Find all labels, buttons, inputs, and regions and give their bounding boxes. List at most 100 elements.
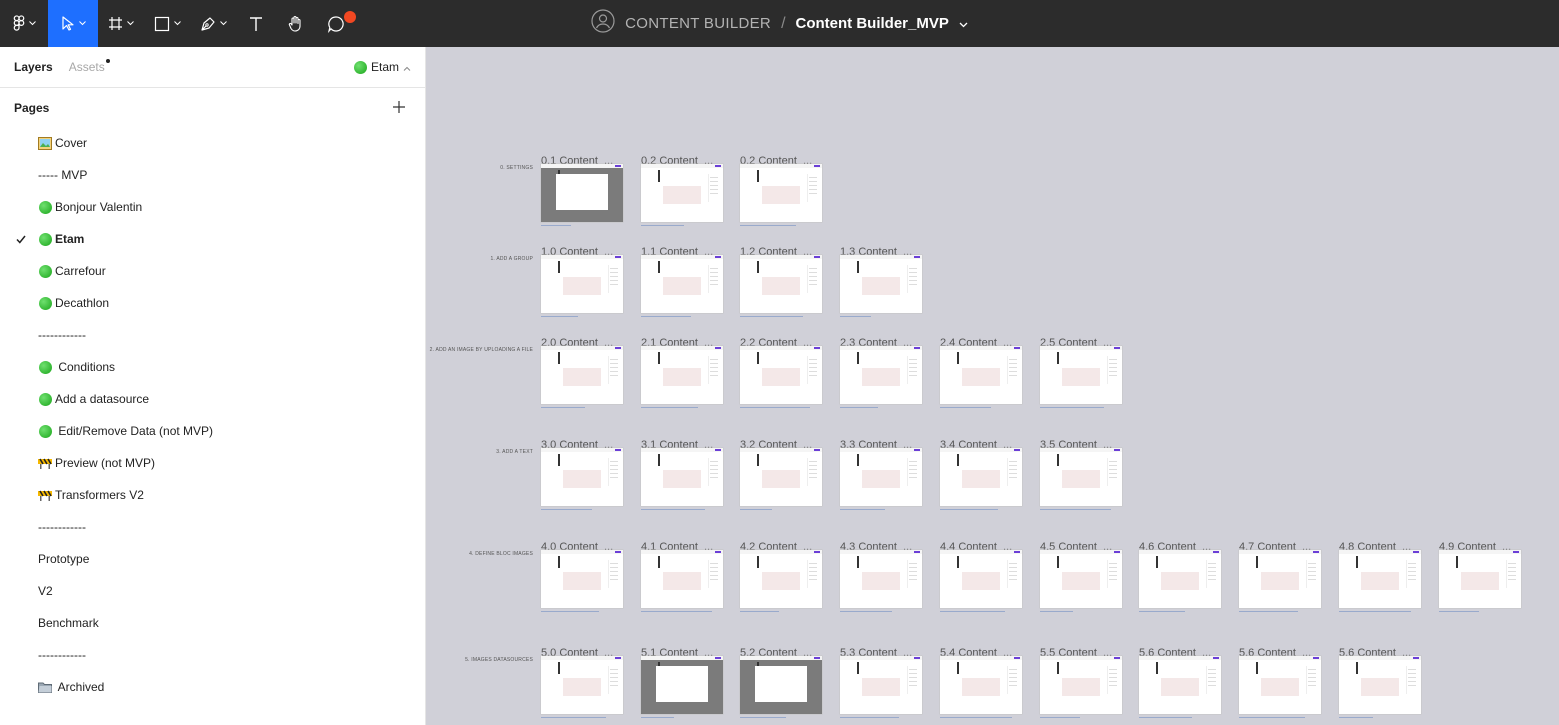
frame-thumbnail[interactable] [1040, 656, 1122, 714]
team-name-link[interactable]: CONTENT BUILDER [625, 15, 771, 32]
design-canvas[interactable]: 0. SETTINGS 0.1 Content_... 0.2 Content_..… [426, 47, 1559, 725]
page-item[interactable]: Edit/Remove Data (not MVP) [0, 415, 425, 447]
frame-thumbnail[interactable] [541, 550, 623, 608]
frame-thumbnail[interactable] [740, 164, 822, 222]
frame-thumbnail[interactable] [641, 550, 723, 608]
move-tool-button[interactable] [48, 0, 98, 47]
pen-tool-button[interactable] [190, 0, 236, 47]
page-item-label: Conditions [55, 360, 116, 374]
page-item[interactable]: V2 [0, 575, 425, 607]
page-item[interactable]: Etam [0, 223, 425, 255]
page-picker[interactable]: Etam [353, 60, 411, 74]
page-item[interactable]: Benchmark [0, 607, 425, 639]
green-circle-icon [38, 424, 52, 438]
page-item[interactable]: Bonjour Valentin [0, 191, 425, 223]
page-item[interactable]: Prototype [0, 543, 425, 575]
page-item[interactable]: Conditions [0, 351, 425, 383]
section-label[interactable]: 1. ADD A GROUP [490, 256, 533, 262]
frame-annotation [1040, 509, 1111, 510]
green-circle-icon [353, 60, 367, 74]
frame-thumbnail[interactable] [940, 550, 1022, 608]
frame-thumbnail[interactable] [840, 448, 922, 506]
frame-thumbnail[interactable] [1040, 448, 1122, 506]
section-label[interactable]: 0. SETTINGS [500, 165, 533, 171]
frame-thumbnail[interactable] [641, 164, 723, 222]
user-avatar-icon[interactable] [591, 9, 615, 38]
frame-thumbnail[interactable] [1439, 550, 1521, 608]
frame-thumbnail[interactable] [641, 656, 723, 714]
frame-thumbnail[interactable] [840, 656, 922, 714]
frame-annotation [840, 717, 899, 718]
cursor-arrow-icon [61, 16, 75, 31]
frame-thumbnail[interactable] [940, 448, 1022, 506]
frame-thumbnail[interactable] [641, 448, 723, 506]
frame-thumbnail[interactable] [641, 255, 723, 313]
frame-annotation [840, 316, 871, 317]
shape-tool-button[interactable] [144, 0, 190, 47]
add-page-button[interactable] [393, 100, 405, 116]
page-item[interactable]: Preview (not MVP) [0, 447, 425, 479]
page-item[interactable]: ------------ [0, 319, 425, 351]
frame-thumbnail[interactable] [641, 346, 723, 404]
frame-thumbnail[interactable] [1239, 550, 1321, 608]
frame-thumbnail[interactable] [541, 255, 623, 313]
page-item-label: Transformers V2 [55, 488, 144, 502]
frame-thumbnail[interactable] [1239, 656, 1321, 714]
file-name[interactable]: Content Builder_MVP [796, 15, 949, 32]
frame-thumbnail[interactable] [1139, 656, 1221, 714]
hand-tool-button[interactable] [276, 0, 316, 47]
frame-tool-button[interactable] [98, 0, 144, 47]
frame-annotation [1239, 611, 1298, 612]
frame-thumbnail[interactable] [740, 656, 822, 714]
frame-annotation [940, 509, 998, 510]
frame-thumbnail[interactable] [740, 255, 822, 313]
frame-thumbnail[interactable] [1339, 550, 1421, 608]
frame-thumbnail[interactable] [541, 448, 623, 506]
page-item[interactable]: Cover [0, 127, 425, 159]
tab-layers[interactable]: Layers [14, 60, 53, 74]
comment-tool-button[interactable] [316, 0, 356, 47]
page-item[interactable]: Archived [0, 671, 425, 703]
frame-thumbnail[interactable] [541, 346, 623, 404]
page-item[interactable]: Transformers V2 [0, 479, 425, 511]
frame-thumbnail[interactable] [840, 255, 922, 313]
frame-thumbnail[interactable] [840, 550, 922, 608]
frame-thumbnail[interactable] [940, 656, 1022, 714]
tab-assets[interactable]: Assets [69, 59, 110, 74]
section-label[interactable]: 4. DEFINE BLOC IMAGES [469, 551, 533, 557]
chevron-down-icon[interactable] [959, 15, 968, 33]
page-item-label: Cover [55, 136, 88, 150]
frame-thumbnail[interactable] [740, 346, 822, 404]
section-label[interactable]: 3. ADD A TEXT [496, 449, 533, 455]
page-item[interactable]: ------------ [0, 639, 425, 671]
frame-thumbnail[interactable] [541, 656, 623, 714]
frame-thumbnail[interactable] [1139, 550, 1221, 608]
rectangle-icon [154, 16, 170, 32]
frame-thumbnail[interactable] [1339, 656, 1421, 714]
section-label[interactable]: 5. IMAGES DATASOURCES [465, 657, 533, 663]
frame-annotation [1040, 407, 1104, 408]
section-label[interactable]: 2. ADD AN IMAGE BY UPLOADING A FILE [430, 347, 533, 353]
frame-thumbnail[interactable] [1040, 346, 1122, 404]
page-item[interactable]: Decathlon [0, 287, 425, 319]
page-item[interactable]: Add a datasource [0, 383, 425, 415]
page-item[interactable]: Carrefour [0, 255, 425, 287]
page-item-label: Edit/Remove Data (not MVP) [55, 424, 214, 438]
frame-thumbnail[interactable] [940, 346, 1022, 404]
page-item[interactable]: ------------ [0, 511, 425, 543]
frame-annotation [1339, 611, 1411, 612]
pen-icon [200, 16, 216, 32]
frame-annotation [740, 717, 786, 718]
frame-annotation [940, 717, 1012, 718]
frame-thumbnail[interactable] [740, 448, 822, 506]
frame-thumbnail[interactable] [1040, 550, 1122, 608]
frame-thumbnail[interactable] [541, 164, 623, 222]
main-menu-button[interactable] [0, 0, 48, 47]
text-T-icon [249, 16, 263, 32]
page-item[interactable]: ----- MVP [0, 159, 425, 191]
text-tool-button[interactable] [236, 0, 276, 47]
frame-annotation [840, 611, 892, 612]
frame-thumbnail[interactable] [840, 346, 922, 404]
frame-thumbnail[interactable] [740, 550, 822, 608]
green-circle-icon [38, 200, 52, 214]
